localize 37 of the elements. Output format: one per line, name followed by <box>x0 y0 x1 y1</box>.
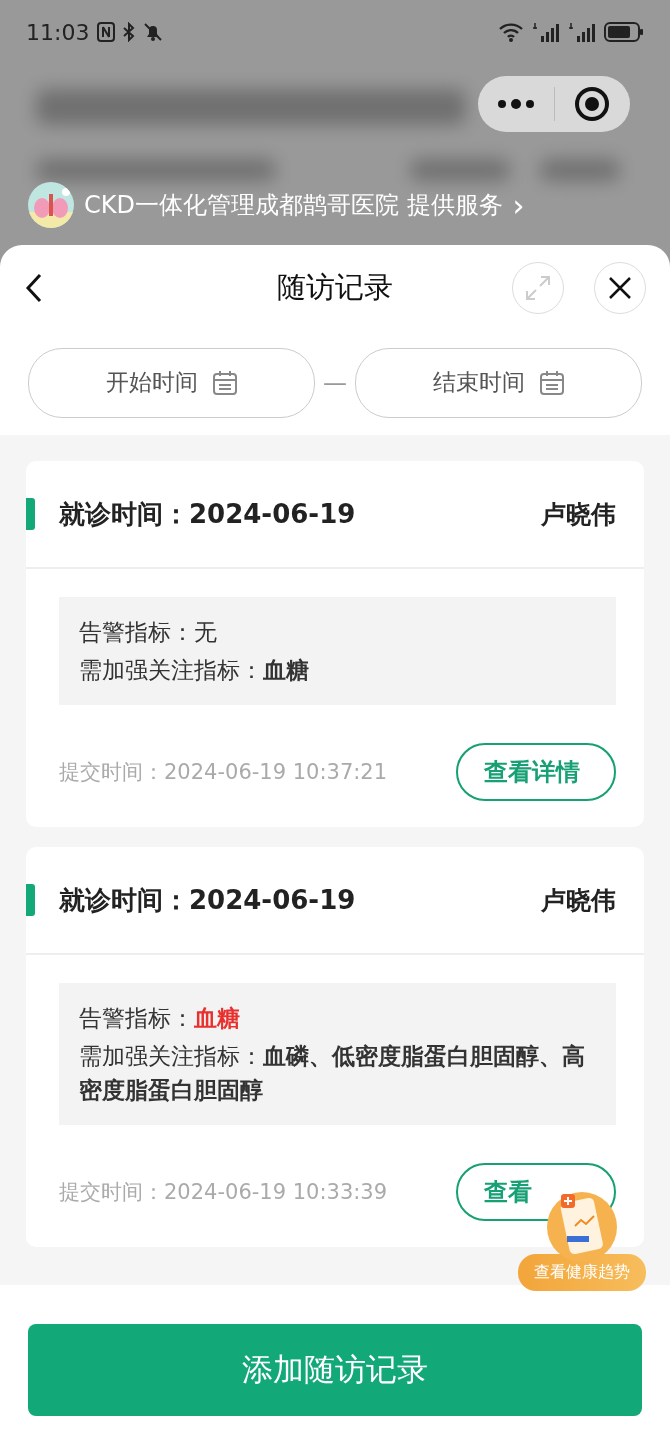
wifi-icon <box>498 22 524 42</box>
accent-bar <box>26 498 35 530</box>
submit-time: 提交时间：2024-06-19 10:37:21 <box>59 759 388 786</box>
details-button[interactable]: 查看详情 <box>456 743 616 801</box>
provider-text[interactable]: CKD一体化管理成都鹊哥医院 提供服务 <box>84 189 503 221</box>
range-separator: — <box>323 368 347 397</box>
start-date-field[interactable]: 开始时间 <box>28 347 315 418</box>
close-icon <box>608 275 632 300</box>
calendar-icon <box>538 369 565 396</box>
indicator-line: 需加强关注指标：血磷、低密度脂蛋白胆固醇、高密度脂蛋白胆固醇 <box>79 1042 586 1105</box>
expand-icon <box>524 273 552 302</box>
calendar-icon <box>211 369 238 396</box>
doctor-name: 卢晓伟 <box>541 498 616 531</box>
doctor-name: 卢晓伟 <box>541 884 616 917</box>
sheet-title: 随访记录 <box>277 269 393 304</box>
indicator-line: 告警指标：无 <box>79 618 218 647</box>
accent-bar <box>26 884 35 916</box>
status-time: 11:03 <box>26 19 90 45</box>
chevron-icon[interactable]: › <box>512 187 525 223</box>
visit-date: 就诊时间：2024-06-19 <box>59 497 356 531</box>
bell-muted-icon <box>143 22 164 42</box>
submit-time: 提交时间：2024-06-19 10:33:39 <box>59 1179 388 1206</box>
visit-date: 就诊时间：2024-06-19 <box>59 883 356 917</box>
back-button[interactable] <box>24 272 44 303</box>
battery-icon <box>604 21 644 43</box>
add-record-button[interactable]: 添加随访记录 <box>28 1323 642 1416</box>
signal-icon <box>532 22 560 42</box>
nfc-icon <box>97 22 116 42</box>
indicator-line: 需加强关注指标：血糖 <box>79 656 310 685</box>
signal-icon <box>568 22 596 42</box>
indicator-line: 告警指标：血糖 <box>79 1004 241 1033</box>
more-icon[interactable] <box>495 98 536 110</box>
bluetooth-icon <box>123 22 136 42</box>
target-icon[interactable] <box>574 86 611 122</box>
end-date-field[interactable]: 结束时间 <box>355 347 642 418</box>
back-icon <box>24 272 44 303</box>
health-trend-button[interactable]: 查看健康趋势 <box>518 1254 646 1291</box>
